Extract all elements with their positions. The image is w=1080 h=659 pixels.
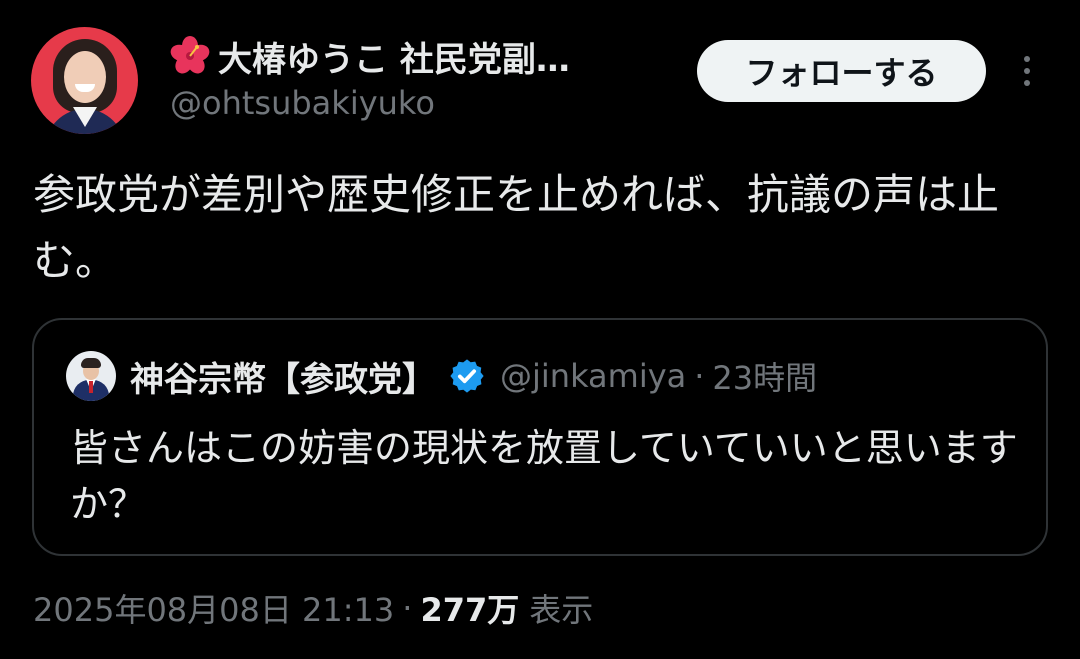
tweet-header: 大椿ゆうこ 社民党副… @ohtsubakiyuko フォローする	[0, 0, 1080, 150]
author-name-row[interactable]: 大椿ゆうこ 社民党副…	[170, 30, 570, 82]
follow-button[interactable]: フォローする	[697, 40, 986, 102]
author-display-name[interactable]: 大椿ゆうこ 社民党副…	[218, 32, 570, 81]
quoted-header-separator: ·	[694, 357, 705, 395]
quoted-tweet-text: 皆さんはこの妨害の現状を放置していていいと思いますか？	[70, 426, 1018, 526]
quoted-author-avatar[interactable]	[66, 351, 116, 401]
verified-badge-icon	[450, 359, 484, 393]
quoted-avatar-tie	[89, 381, 93, 393]
author-handle[interactable]: @ohtsubakiyuko	[170, 84, 435, 122]
quoted-author-name[interactable]: 神谷宗幣【参政党】	[130, 352, 436, 401]
tweet-timestamp[interactable]: 2025年08月08日 21:13	[33, 585, 394, 631]
quoted-tweet-header: 神谷宗幣【参政党】 @jinkamiya · 23時間	[130, 348, 817, 404]
avatar-face	[64, 51, 106, 103]
view-count-label: 表示	[529, 591, 594, 629]
tweet-meta-row: 2025年08月08日 21:13 · 277万 表示	[33, 584, 593, 632]
more-vertical-icon[interactable]	[1012, 48, 1042, 94]
quoted-avatar-hair	[81, 358, 101, 368]
meta-separator: ·	[402, 589, 413, 627]
tweet-text: 参政党が差別や歴史修正を止めれば、抗議の声は止む。	[33, 170, 1000, 285]
quoted-tweet-time[interactable]: 23時間	[712, 353, 817, 399]
hibiscus-icon	[170, 36, 210, 74]
quoted-tweet-card[interactable]: 神谷宗幣【参政党】 @jinkamiya · 23時間 皆さんはこの妨害の現状を…	[32, 318, 1048, 556]
view-count[interactable]: 277万	[420, 585, 519, 631]
author-avatar[interactable]	[31, 27, 138, 134]
quoted-author-handle[interactable]: @jinkamiya	[500, 357, 686, 395]
